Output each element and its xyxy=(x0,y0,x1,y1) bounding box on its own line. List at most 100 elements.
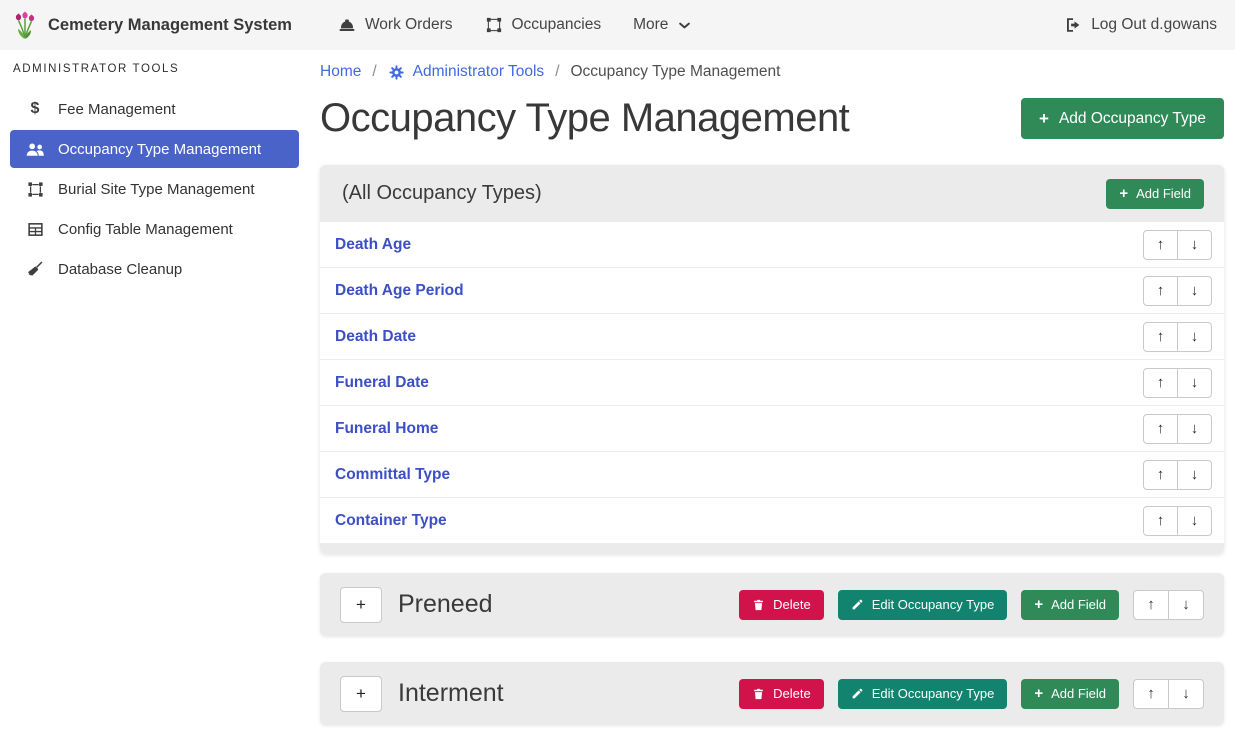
field-link[interactable]: Committal Type xyxy=(335,466,450,484)
move-down-button[interactable]: ↓ xyxy=(1177,230,1212,260)
add-field-button[interactable]: + Add Field xyxy=(1021,590,1119,620)
arrow-up-icon: ↑ xyxy=(1157,374,1165,391)
occupancy-frame-icon xyxy=(485,16,503,34)
edit-occupancy-type-button[interactable]: Edit Occupancy Type xyxy=(838,679,1008,709)
nav-work-orders[interactable]: Work Orders xyxy=(338,16,453,34)
field-link[interactable]: Death Date xyxy=(335,328,416,346)
reorder-group: ↑ ↓ xyxy=(1143,414,1212,444)
logout-link[interactable]: Log Out d.gowans xyxy=(1064,16,1217,34)
plus-icon: + xyxy=(1034,686,1043,701)
move-up-button[interactable]: ↑ xyxy=(1143,230,1178,260)
plus-icon: + xyxy=(1034,597,1043,612)
plus-icon: + xyxy=(1039,110,1049,127)
move-down-button[interactable]: ↓ xyxy=(1168,679,1204,709)
reorder-group: ↑ ↓ xyxy=(1143,230,1212,260)
move-down-button[interactable]: ↓ xyxy=(1177,322,1212,352)
move-up-button[interactable]: ↑ xyxy=(1143,460,1178,490)
add-field-button[interactable]: + Add Field xyxy=(1106,179,1204,209)
sidebar-heading: ADMINISTRATOR TOOLS xyxy=(0,63,310,75)
edit-occupancy-type-label: Edit Occupancy Type xyxy=(872,597,995,612)
hard-hat-icon xyxy=(338,16,356,34)
breadcrumb-admin-tools-label: Administrator Tools xyxy=(413,63,545,81)
edit-occupancy-type-button[interactable]: Edit Occupancy Type xyxy=(838,590,1008,620)
add-occupancy-type-label: Add Occupancy Type xyxy=(1059,110,1206,128)
move-down-button[interactable]: ↓ xyxy=(1177,460,1212,490)
sidebar-item-label: Fee Management xyxy=(58,101,176,118)
field-row: Death Age ↑ ↓ xyxy=(320,222,1224,268)
field-link[interactable]: Funeral Home xyxy=(335,420,438,438)
move-down-button[interactable]: ↓ xyxy=(1177,368,1212,398)
field-row: Committal Type ↑ ↓ xyxy=(320,452,1224,498)
expand-section-button[interactable]: + xyxy=(340,676,382,712)
nav-more-label: More xyxy=(633,16,668,34)
arrow-down-icon: ↓ xyxy=(1191,374,1199,391)
pencil-icon xyxy=(851,598,864,611)
main-content: Home / Administrat xyxy=(310,50,1235,738)
reorder-group: ↑ ↓ xyxy=(1143,322,1212,352)
sidebar-item-label: Burial Site Type Management xyxy=(58,181,255,198)
vector-square-icon xyxy=(25,181,45,198)
nav-more[interactable]: More xyxy=(633,16,692,34)
card-title: (All Occupancy Types) xyxy=(342,182,542,205)
reorder-group: ↑ ↓ xyxy=(1143,460,1212,490)
app-brand[interactable]: Cemetery Management System xyxy=(48,16,292,35)
field-row: Container Type ↑ ↓ xyxy=(320,498,1224,544)
move-up-button[interactable]: ↑ xyxy=(1133,590,1169,620)
sidebar: ADMINISTRATOR TOOLS $ Fee Management Occ… xyxy=(0,50,310,738)
sidebar-item-occupancy-type-management[interactable]: Occupancy Type Management xyxy=(10,130,299,168)
move-up-button[interactable]: ↑ xyxy=(1133,679,1169,709)
field-link[interactable]: Death Age Period xyxy=(335,282,464,300)
nav-occupancies[interactable]: Occupancies xyxy=(485,16,602,34)
arrow-up-icon: ↑ xyxy=(1157,236,1165,253)
nav-occupancies-label: Occupancies xyxy=(512,16,602,34)
delete-button[interactable]: Delete xyxy=(739,679,824,709)
arrow-down-icon: ↓ xyxy=(1191,282,1199,299)
add-field-button[interactable]: + Add Field xyxy=(1021,679,1119,709)
breadcrumb: Home / Administrat xyxy=(320,63,1224,81)
arrow-up-icon: ↑ xyxy=(1157,466,1165,483)
sidebar-item-fee-management[interactable]: $ Fee Management xyxy=(0,89,310,129)
edit-occupancy-type-label: Edit Occupancy Type xyxy=(872,686,995,701)
chevron-down-icon xyxy=(677,18,692,33)
add-field-label: Add Field xyxy=(1051,686,1106,701)
sidebar-item-burial-site-type-management[interactable]: Burial Site Type Management xyxy=(0,169,310,209)
arrow-up-icon: ↑ xyxy=(1157,420,1165,437)
card-footer xyxy=(320,544,1224,554)
sidebar-item-config-table-management[interactable]: Config Table Management xyxy=(0,209,310,249)
sidebar-item-label: Database Cleanup xyxy=(58,261,182,278)
field-link[interactable]: Funeral Date xyxy=(335,374,429,392)
arrow-up-icon: ↑ xyxy=(1157,512,1165,529)
section-title: Preneed xyxy=(398,590,493,619)
breadcrumb-home[interactable]: Home xyxy=(320,63,361,81)
section-title: Interment xyxy=(398,679,504,708)
move-up-button[interactable]: ↑ xyxy=(1143,276,1178,306)
add-field-label: Add Field xyxy=(1051,597,1106,612)
breadcrumb-administrator-tools[interactable]: Administrator Tools xyxy=(388,63,545,81)
move-down-button[interactable]: ↓ xyxy=(1177,506,1212,536)
move-up-button[interactable]: ↑ xyxy=(1143,368,1178,398)
breadcrumb-home-label: Home xyxy=(320,63,361,81)
add-occupancy-type-button[interactable]: + Add Occupancy Type xyxy=(1021,98,1224,139)
expand-section-button[interactable]: + xyxy=(340,587,382,623)
occupancy-type-section-preneed: + Preneed Delete xyxy=(320,573,1224,636)
move-down-button[interactable]: ↓ xyxy=(1168,590,1204,620)
field-link[interactable]: Death Age xyxy=(335,236,411,254)
arrow-down-icon: ↓ xyxy=(1182,685,1190,702)
add-field-label: Add Field xyxy=(1136,186,1191,201)
move-up-button[interactable]: ↑ xyxy=(1143,414,1178,444)
plus-icon: + xyxy=(356,684,366,704)
sidebar-item-label: Config Table Management xyxy=(58,221,233,238)
reorder-group: ↑ ↓ xyxy=(1143,506,1212,536)
move-down-button[interactable]: ↓ xyxy=(1177,414,1212,444)
move-up-button[interactable]: ↑ xyxy=(1143,322,1178,352)
breadcrumb-separator: / xyxy=(555,63,559,81)
field-row: Funeral Home ↑ ↓ xyxy=(320,406,1224,452)
nav-work-orders-label: Work Orders xyxy=(365,16,453,34)
move-up-button[interactable]: ↑ xyxy=(1143,506,1178,536)
arrow-down-icon: ↓ xyxy=(1191,420,1199,437)
reorder-group: ↑ ↓ xyxy=(1143,368,1212,398)
move-down-button[interactable]: ↓ xyxy=(1177,276,1212,306)
delete-button[interactable]: Delete xyxy=(739,590,824,620)
field-link[interactable]: Container Type xyxy=(335,512,447,530)
sidebar-item-database-cleanup[interactable]: Database Cleanup xyxy=(0,249,310,289)
